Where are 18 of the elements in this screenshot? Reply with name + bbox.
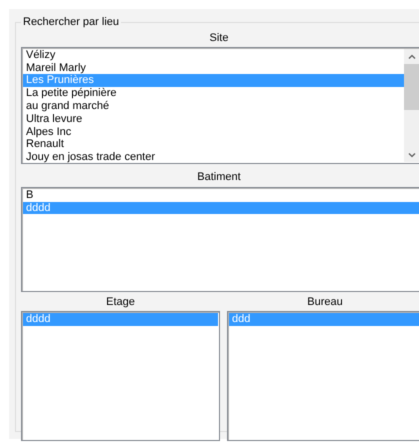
list-item[interactable]: Renault xyxy=(23,138,404,152)
scrollbar[interactable] xyxy=(404,48,419,162)
list-item[interactable]: La petite pépinière xyxy=(23,87,404,100)
list-item[interactable]: B xyxy=(23,188,419,202)
batiment-label: Batiment xyxy=(196,170,242,184)
site-list[interactable]: Vélizy Mareil Marly Les Prunières La petite pépinière au grand marché Ultra levure Alpes Inc Renault Jouy en josas trade center xyxy=(21,46,419,164)
list-item[interactable]: Mareil Marly xyxy=(23,62,404,74)
list-item[interactable]: Ultra levure xyxy=(23,112,404,126)
list-item[interactable]: au grand marché xyxy=(23,100,404,113)
scrollbar-thumb[interactable] xyxy=(404,64,419,110)
list-item[interactable]: Alpes Inc xyxy=(23,126,404,138)
etage-label: Etage xyxy=(105,294,136,309)
group-title: Rechercher par lieu xyxy=(21,15,121,29)
list-item[interactable]: Jouy en josas trade center xyxy=(23,151,404,163)
batiment-list[interactable]: B dddd xyxy=(21,186,419,292)
list-item[interactable]: Vélizy xyxy=(23,48,404,62)
bureau-label: Bureau xyxy=(306,294,344,309)
site-label: Site xyxy=(208,30,230,45)
